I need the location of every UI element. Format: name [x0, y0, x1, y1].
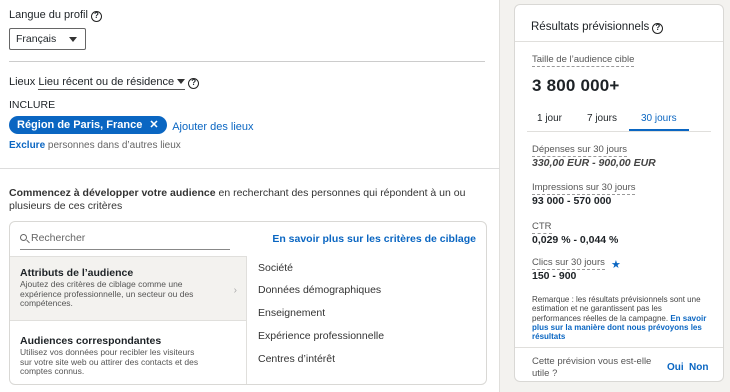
category-desc: Ajoutez des critères de ciblage comme un… [20, 279, 194, 308]
criteria-card: Rechercher En savoir plus sur les critèr… [9, 221, 487, 385]
profile-language-select[interactable]: Français [9, 28, 86, 50]
profile-language-label: Langue du profil [9, 9, 88, 21]
feedback-question: Cette prévision vous est-elle utile ? [532, 356, 652, 379]
exclude-link[interactable]: Exclure [9, 140, 45, 151]
audience-size-label: Taille de l’audience cible [532, 54, 635, 67]
locations-row: Lieux Lieu récent ou de résidence ? [9, 76, 200, 90]
ctr-label: CTR [532, 221, 552, 234]
divider [515, 41, 723, 42]
add-location-button[interactable]: + Ajouter des lieux [158, 117, 254, 133]
tab-30-days[interactable]: 30 jours [641, 113, 677, 124]
tab-7-days[interactable]: 7 jours [587, 113, 617, 124]
category-title: Audiences correspondantes [20, 335, 162, 347]
impressions-label: Impressions sur 30 jours [532, 182, 636, 195]
location-type-value: Lieu récent ou de résidence [38, 76, 175, 88]
tabs-divider [527, 131, 711, 132]
impressions-value: 93 000 - 570 000 [532, 195, 612, 207]
category-desc: Utilisez vos données pour recibler les v… [20, 347, 199, 376]
forecast-title: Résultats prévisionnels? [531, 21, 664, 34]
location-type-select[interactable]: Lieu récent ou de résidence [38, 76, 186, 90]
subcategory-item[interactable]: Enseignement [258, 307, 325, 319]
include-heading: INCLURE [9, 99, 56, 111]
tab-1-day[interactable]: 1 jour [537, 113, 562, 124]
section-divider [0, 168, 500, 169]
plus-icon: + [158, 117, 167, 133]
star-icon: ★ [611, 259, 621, 271]
search-icon [20, 234, 27, 241]
help-icon[interactable]: ? [90, 11, 102, 22]
subcategory-item[interactable]: Centres d’intérêt [258, 353, 335, 365]
help-icon[interactable]: ? [188, 78, 200, 89]
audience-intro-bold: Commencez à développer votre audience [9, 187, 216, 199]
category-title: Attributs de l’audience [20, 267, 134, 279]
ctr-value: 0,029 % - 0,044 % [532, 234, 619, 246]
feedback-no-button[interactable]: Non [689, 362, 708, 373]
location-chip-label: Région de Paris, France [17, 119, 143, 131]
criteria-search-input[interactable]: Rechercher [20, 230, 230, 250]
clicks-label: Clics sur 30 jours [532, 257, 605, 270]
category-matched-audiences[interactable]: Audiences correspondantes Utilisez vos d… [10, 320, 247, 384]
profile-language-value: Français [16, 33, 57, 45]
location-chip[interactable]: Région de Paris, France ✕ [9, 116, 167, 134]
learn-more-link[interactable]: En savoir plus sur les critères de cibla… [272, 233, 476, 245]
forecast-panel: Résultats prévisionnels? Taille de l’aud… [514, 4, 724, 382]
chevron-down-icon [69, 37, 77, 42]
spend-value: 330,00 EUR - 900,00 EUR [532, 157, 656, 169]
divider [515, 347, 723, 348]
clicks-value: 150 - 900 [532, 270, 577, 282]
feedback-yes-button[interactable]: Oui [667, 362, 684, 373]
subcategory-item[interactable]: Société [258, 262, 293, 274]
forecast-note: Remarque : les résultats prévisionnels s… [532, 295, 712, 341]
forecast-title-text: Résultats prévisionnels [531, 21, 650, 33]
locations-label: Lieux [9, 76, 36, 88]
spend-label: Dépenses sur 30 jours [532, 144, 628, 157]
exclude-text: personnes dans d’autres lieux [47, 140, 181, 151]
help-icon[interactable]: ? [652, 23, 664, 34]
subcategory-item[interactable]: Données démographiques [258, 284, 381, 296]
audience-size-value: 3 800 000+ [532, 76, 620, 95]
profile-language-heading: Langue du profil? [9, 9, 102, 22]
subcategory-item[interactable]: Expérience professionnelle [258, 330, 384, 342]
audience-intro: Commencez à développer votre audience en… [9, 187, 489, 213]
search-placeholder: Rechercher [31, 232, 86, 244]
chevron-down-icon [177, 79, 186, 84]
targeting-panel: Langue du profil? Français Lieux Lieu ré… [0, 0, 500, 392]
chevron-right-icon: › [233, 285, 237, 296]
category-audience-attributes[interactable]: Attributs de l’audience Ajoutez des crit… [10, 256, 247, 320]
add-location-label: Ajouter des lieux [172, 121, 254, 133]
divider [9, 61, 485, 62]
exclude-row: Exclure personnes dans d’autres lieux [9, 140, 181, 151]
